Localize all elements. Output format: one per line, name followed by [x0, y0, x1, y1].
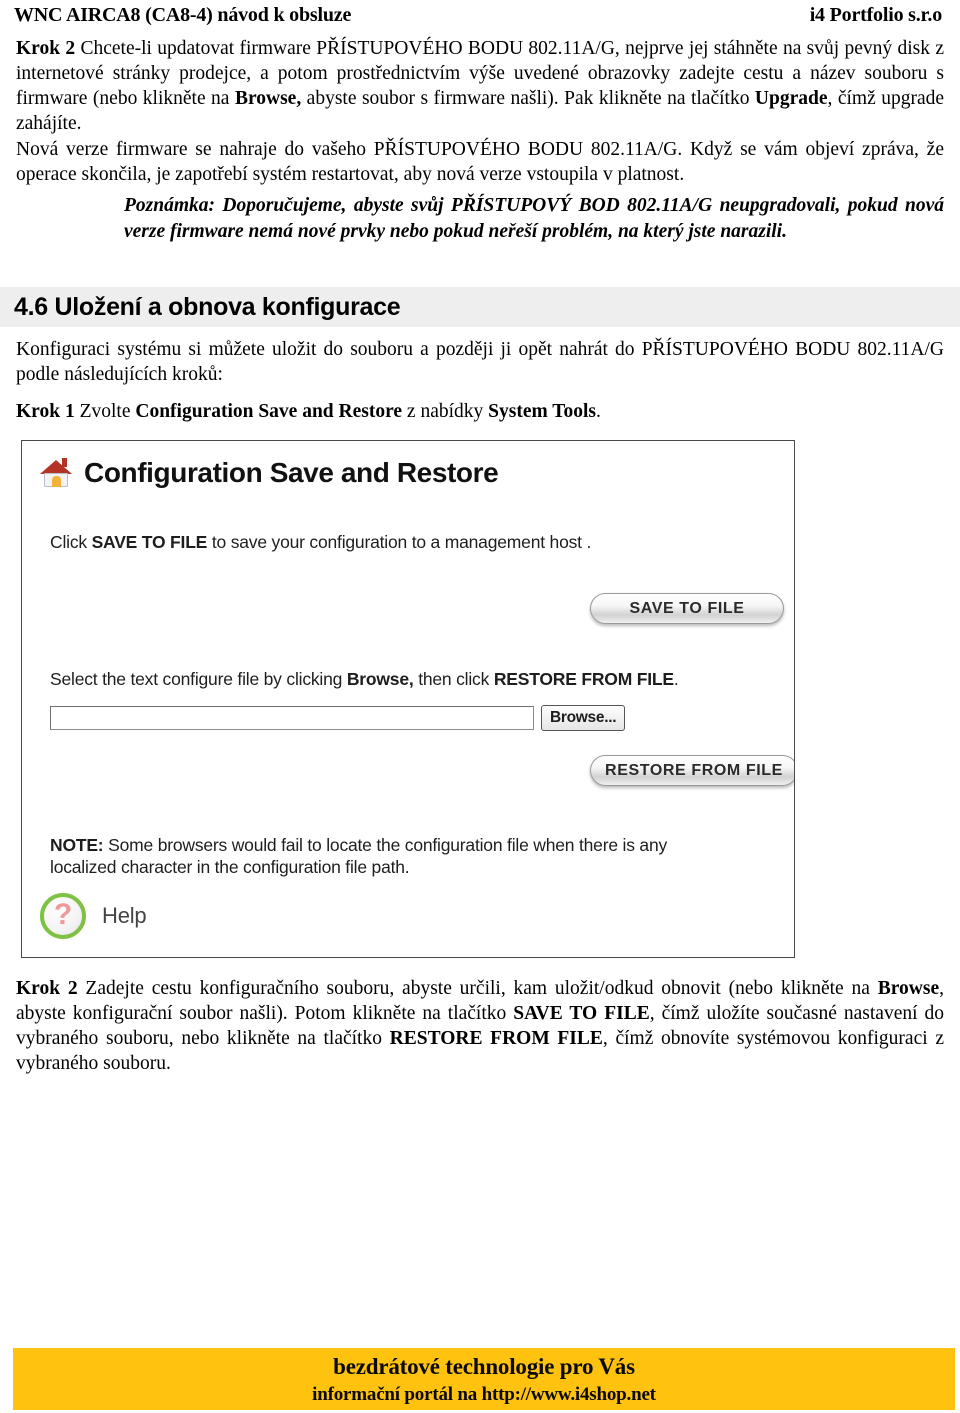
- document-header: WNC AIRCA8 (CA8-4) návod k obsluze i4 Po…: [14, 0, 946, 36]
- browse-button[interactable]: Browse...: [541, 705, 626, 731]
- step2-config-text-1: Zadejte cestu konfiguračního souboru, ab…: [77, 978, 878, 999]
- save-instruction-line: Click SAVE TO FILE to save your configur…: [50, 531, 591, 553]
- select-instruction-suffix: .: [673, 669, 679, 689]
- step1-menu-bold: System Tools: [488, 401, 596, 422]
- step2-config-restore-bold: RESTORE FROM FILE: [389, 1028, 603, 1049]
- save-instruction-suffix: to save your configuration to a manageme…: [207, 532, 592, 552]
- select-instruction-prefix: Select the text configure file by clicki…: [50, 669, 347, 689]
- select-instruction-restore-bold: RESTORE FROM FILE: [493, 669, 674, 689]
- footer-line-2: informační portál na http://www.i4shop.n…: [312, 1384, 656, 1405]
- step2-config-label: Krok 2: [16, 978, 78, 999]
- config-file-path-input[interactable]: [50, 706, 534, 730]
- step1-menu-item-bold: Configuration Save and Restore: [135, 401, 403, 422]
- step2-config-browse-bold: Browse: [877, 978, 940, 999]
- home-icon: [40, 458, 72, 488]
- step1-text-1: Zvolte: [74, 401, 136, 422]
- help-label[interactable]: Help: [102, 903, 147, 929]
- panel-note-bold: NOTE:: [50, 835, 104, 855]
- step2-firmware-browse-bold: Browse,: [234, 88, 302, 109]
- panel-note-line: NOTE: Some browsers would fail to locate…: [50, 834, 690, 878]
- header-title-right: i4 Portfolio s.r.o: [809, 4, 943, 26]
- panel-title-row: Configuration Save and Restore: [40, 457, 499, 489]
- panel-title: Configuration Save and Restore: [84, 457, 499, 488]
- select-instruction-line: Select the text configure file by clicki…: [50, 668, 679, 690]
- step1-text-3: .: [595, 401, 601, 422]
- select-instruction-middle: then click: [413, 669, 494, 689]
- footer-line-1: bezdrátové technologie pro Vás: [333, 1354, 635, 1379]
- step2-firmware-text-2: abyste soubor s firmware našli). Pak kli…: [301, 88, 755, 109]
- paragraph-step1: Krok 1 Zvolte Configuration Save and Res…: [14, 399, 946, 424]
- step1-label: Krok 1: [16, 401, 75, 422]
- save-instruction-bold: SAVE TO FILE: [91, 532, 208, 552]
- paragraph-section-intro: Konfiguraci systému si můžete uložit do …: [16, 339, 944, 385]
- help-row[interactable]: ? Help: [40, 893, 147, 939]
- paragraph-firmware-result: Nová verze firmware se nahraje do vašeho…: [16, 139, 944, 185]
- paragraph-step2-firmware: Krok 2 Chcete-li updatovat firmware PŘÍS…: [14, 36, 946, 136]
- step2-firmware-label: Krok 2: [16, 38, 76, 59]
- panel-note-text: Some browsers would fail to locate the c…: [50, 835, 668, 877]
- section-heading: 4.6 Uložení a obnova konfigurace: [14, 292, 401, 321]
- header-title-left: WNC AIRCA8 (CA8-4) návod k obsluze: [14, 4, 352, 26]
- paragraph-note: Poznámka: Doporučujeme, abyste svůj PŘÍS…: [124, 195, 944, 242]
- save-to-file-button[interactable]: SAVE TO FILE: [590, 593, 784, 624]
- config-save-restore-panel: Configuration Save and Restore Click SAV…: [21, 440, 795, 958]
- step2-firmware-upgrade-bold: Upgrade: [754, 88, 828, 109]
- select-instruction-browse-bold: Browse,: [346, 669, 414, 689]
- document-page: WNC AIRCA8 (CA8-4) návod k obsluze i4 Po…: [0, 0, 960, 1413]
- question-mark-icon[interactable]: ?: [40, 893, 86, 939]
- section-heading-band: 4.6 Uložení a obnova konfigurace: [0, 287, 960, 327]
- file-path-row: Browse...: [50, 705, 626, 731]
- footer-band: bezdrátové technologie pro Vás informačn…: [13, 1348, 955, 1410]
- restore-from-file-button[interactable]: RESTORE FROM FILE: [590, 755, 794, 786]
- step2-config-save-bold: SAVE TO FILE: [513, 1003, 650, 1024]
- screenshot-figure: Configuration Save and Restore Click SAV…: [21, 440, 946, 958]
- save-instruction-prefix: Click: [50, 532, 92, 552]
- paragraph-step2-config: Krok 2 Zadejte cestu konfiguračního soub…: [14, 976, 946, 1076]
- step1-text-2: z nabídky: [402, 401, 489, 422]
